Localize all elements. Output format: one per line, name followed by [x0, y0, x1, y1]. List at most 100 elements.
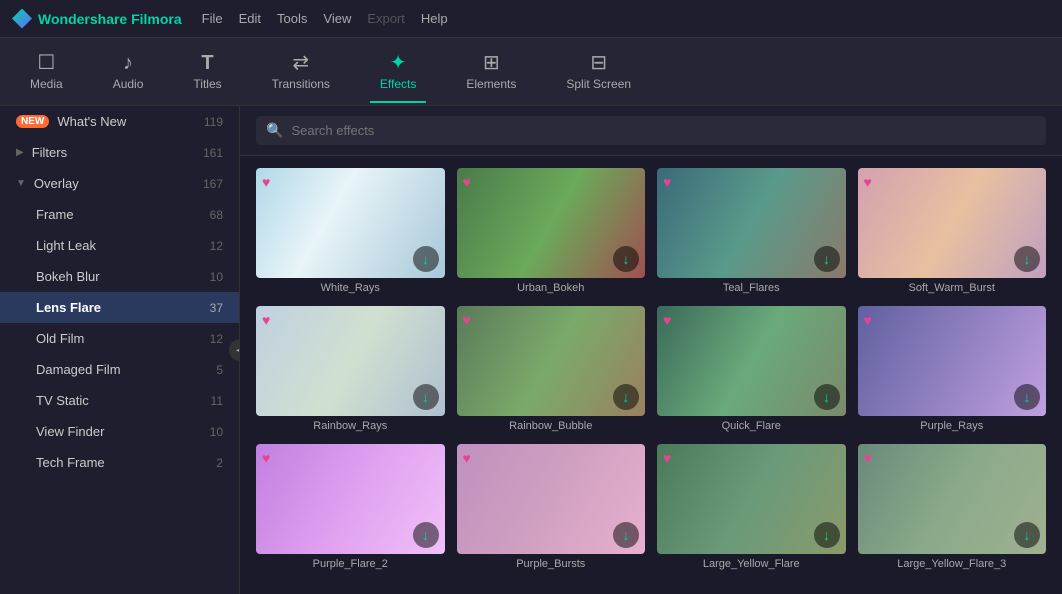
tab-audio[interactable]: ♪ Audio	[103, 47, 154, 97]
sidebar-label-tech-frame: Tech Frame	[36, 455, 105, 470]
tab-splitscreen-label: Split Screen	[566, 77, 631, 91]
sidebar-label-frame: Frame	[36, 207, 74, 222]
tab-titles-label: Titles	[193, 77, 221, 91]
effect-card-large-yellow-flare3[interactable]: ♥ ↓ Large_Yellow_Flare_3	[858, 444, 1047, 570]
heart-icon-rainbow-rays: ♥	[262, 312, 270, 328]
effect-card-purple-bursts[interactable]: ♥ ↓ Purple_Bursts	[457, 444, 646, 570]
effect-name-quick-flare: Quick_Flare	[657, 420, 846, 432]
sidebar-item-tech-frame[interactable]: Tech Frame 2	[0, 447, 239, 478]
heart-icon-purple-flare2: ♥	[262, 450, 270, 466]
effect-thumb-rainbow-bubble: ♥ ↓	[457, 306, 646, 416]
download-button-quick-flare[interactable]: ↓	[814, 384, 840, 410]
menu-export[interactable]: Export	[367, 11, 405, 26]
search-input-wrap: 🔍	[256, 116, 1046, 145]
sidebar-item-whats-new[interactable]: NEW What's New 119	[0, 106, 239, 137]
effect-card-teal-flares[interactable]: ♥ ↓ Teal_Flares	[657, 168, 846, 294]
effect-card-white-rays[interactable]: ♥ ↓ White_Rays	[256, 168, 445, 294]
sidebar-label-filters: Filters	[32, 145, 67, 160]
effect-thumb-purple-flare2: ♥ ↓	[256, 444, 445, 554]
download-button-rainbow-rays[interactable]: ↓	[413, 384, 439, 410]
effect-thumb-large-yellow: ♥ ↓	[657, 444, 846, 554]
sidebar-left-frame: Frame	[36, 207, 74, 222]
heart-icon-soft-warm: ♥	[864, 174, 872, 190]
sidebar-label-overlay: Overlay	[34, 176, 79, 191]
sidebar-left-tech-frame: Tech Frame	[36, 455, 105, 470]
effect-card-quick-flare[interactable]: ♥ ↓ Quick_Flare	[657, 306, 846, 432]
sidebar-item-frame[interactable]: Frame 68	[0, 199, 239, 230]
effect-card-soft-warm-burst[interactable]: ♥ ↓ Soft_Warm_Burst	[858, 168, 1047, 294]
sidebar-count-frame: 68	[210, 208, 223, 222]
heart-icon-purple-bursts: ♥	[463, 450, 471, 466]
sidebar-count-tv-static: 11	[211, 394, 223, 408]
effect-name-rainbow-bubble: Rainbow_Bubble	[457, 420, 646, 432]
menu-help[interactable]: Help	[421, 11, 448, 26]
sidebar-item-filters[interactable]: ▶ Filters 161	[0, 137, 239, 168]
heart-icon-large-yellow3: ♥	[864, 450, 872, 466]
menu-edit[interactable]: Edit	[239, 11, 261, 26]
sidebar-item-overlay[interactable]: ▼ Overlay 167	[0, 168, 239, 199]
effect-name-soft-warm-burst: Soft_Warm_Burst	[858, 282, 1047, 294]
menu-file[interactable]: File	[202, 11, 223, 26]
effect-name-purple-rays: Purple_Rays	[858, 420, 1047, 432]
download-button-large-yellow3[interactable]: ↓	[1014, 522, 1040, 548]
heart-icon-quick-flare: ♥	[663, 312, 671, 328]
effect-name-urban-bokeh: Urban_Bokeh	[457, 282, 646, 294]
download-button-purple-flare2[interactable]: ↓	[413, 522, 439, 548]
effect-card-large-yellow-flare[interactable]: ♥ ↓ Large_Yellow_Flare	[657, 444, 846, 570]
sidebar-item-view-finder[interactable]: View Finder 10	[0, 416, 239, 447]
heart-icon-purple-rays: ♥	[864, 312, 872, 328]
effect-thumb-rainbow-rays: ♥ ↓	[256, 306, 445, 416]
effect-card-purple-flare2[interactable]: ♥ ↓ Purple_Flare_2	[256, 444, 445, 570]
sidebar-left-overlay: ▼ Overlay	[16, 176, 79, 191]
sidebar-count-filters: 161	[203, 146, 223, 160]
sidebar-item-light-leak[interactable]: Light Leak 12	[0, 230, 239, 261]
sidebar-item-damaged-film[interactable]: Damaged Film 5	[0, 354, 239, 385]
sidebar-item-lens-flare[interactable]: Lens Flare 37	[0, 292, 239, 323]
new-badge: NEW	[16, 115, 49, 128]
search-input[interactable]	[291, 123, 1036, 138]
effect-card-rainbow-bubble[interactable]: ♥ ↓ Rainbow_Bubble	[457, 306, 646, 432]
titlebar: Wondershare Filmora File Edit Tools View…	[0, 0, 1062, 38]
heart-icon-urban-bokeh: ♥	[463, 174, 471, 190]
download-button-purple-bursts[interactable]: ↓	[613, 522, 639, 548]
heart-icon-teal-flares: ♥	[663, 174, 671, 190]
splitscreen-icon: ⊟	[590, 53, 607, 73]
sidebar-count-tech-frame: 2	[216, 456, 223, 470]
tab-titles[interactable]: T Titles	[183, 47, 231, 97]
chevron-overlay: ▼	[16, 178, 26, 189]
download-button-rainbow-bubble[interactable]: ↓	[613, 384, 639, 410]
download-button-purple-rays[interactable]: ↓	[1014, 384, 1040, 410]
nav-tabs: ☐ Media ♪ Audio T Titles ⇄ Transitions ✦…	[0, 38, 1062, 106]
download-button-white-rays[interactable]: ↓	[413, 246, 439, 272]
tab-effects[interactable]: ✦ Effects	[370, 47, 426, 97]
effect-card-rainbow-rays[interactable]: ♥ ↓ Rainbow_Rays	[256, 306, 445, 432]
sidebar-left-lens-flare: Lens Flare	[36, 300, 101, 315]
download-button-urban-bokeh[interactable]: ↓	[613, 246, 639, 272]
sidebar-label-old-film: Old Film	[36, 331, 84, 346]
search-bar: 🔍	[240, 106, 1062, 156]
effect-card-urban-bokeh[interactable]: ♥ ↓ Urban_Bokeh	[457, 168, 646, 294]
tab-media[interactable]: ☐ Media	[20, 47, 73, 97]
sidebar-label-lens-flare: Lens Flare	[36, 300, 101, 315]
download-button-large-yellow[interactable]: ↓	[814, 522, 840, 548]
menu-tools[interactable]: Tools	[277, 11, 307, 26]
sidebar-item-tv-static[interactable]: TV Static 11	[0, 385, 239, 416]
effect-card-purple-rays[interactable]: ♥ ↓ Purple_Rays	[858, 306, 1047, 432]
sidebar-left-tv-static: TV Static	[36, 393, 89, 408]
download-button-teal-flares[interactable]: ↓	[814, 246, 840, 272]
sidebar-left-whats-new: NEW What's New	[16, 114, 126, 129]
sidebar-item-bokeh-blur[interactable]: Bokeh Blur 10	[0, 261, 239, 292]
menu-view[interactable]: View	[323, 11, 351, 26]
sidebar-left-filters: ▶ Filters	[16, 145, 67, 160]
sidebar-left-old-film: Old Film	[36, 331, 84, 346]
effects-grid: ♥ ↓ White_Rays ♥ ↓ Urban_Bokeh ♥ ↓ Te	[240, 156, 1062, 594]
download-button-soft-warm[interactable]: ↓	[1014, 246, 1040, 272]
heart-icon-rainbow-bubble: ♥	[463, 312, 471, 328]
tab-elements[interactable]: ⊞ Elements	[456, 47, 526, 97]
effect-thumb-white-rays: ♥ ↓	[256, 168, 445, 278]
tab-transitions[interactable]: ⇄ Transitions	[262, 47, 340, 97]
chevron-filters: ▶	[16, 147, 24, 158]
tab-splitscreen[interactable]: ⊟ Split Screen	[556, 47, 641, 97]
audio-icon: ♪	[123, 53, 133, 73]
sidebar-item-old-film[interactable]: Old Film 12	[0, 323, 239, 354]
